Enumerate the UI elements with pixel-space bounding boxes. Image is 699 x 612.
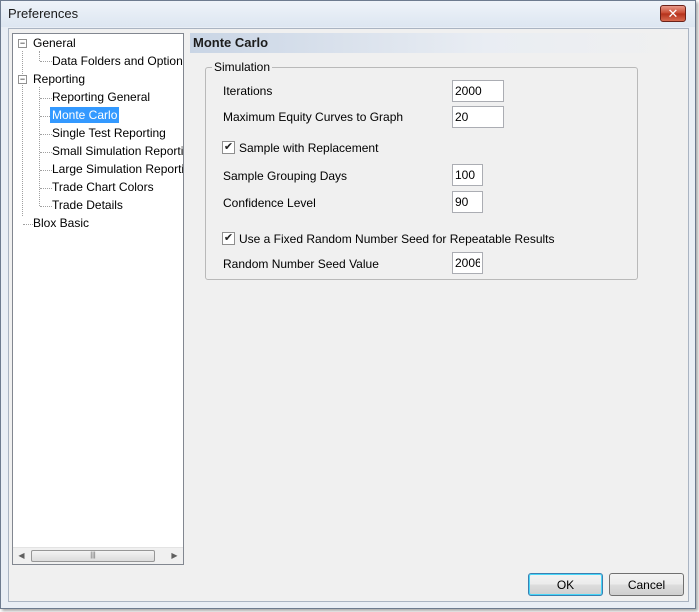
tree-expander-general[interactable]: − (18, 39, 27, 48)
iterations-input[interactable] (452, 80, 504, 102)
seed-value-label: Random Number Seed Value (223, 257, 379, 271)
tree-item-label: Single Test Reporting (52, 126, 166, 140)
tree-item-label: Trade Details (52, 198, 123, 212)
tree-item-label: Large Simulation Reporting (52, 162, 183, 176)
grouping-days-label: Sample Grouping Days (223, 169, 348, 183)
tree-item-data-folders[interactable]: Data Folders and Options (50, 53, 183, 70)
tree-item-reporting-general[interactable]: Reporting General (50, 89, 152, 106)
tree-line (39, 51, 40, 61)
tree-content: − General Data Folders and Options − Rep… (13, 34, 183, 547)
confidence-level-label: Confidence Level (223, 196, 316, 210)
sample-replacement-label[interactable]: Sample with Replacement (239, 141, 378, 155)
tree-item-label: Trade Chart Colors (52, 180, 154, 194)
fixed-seed-checkbox[interactable]: ✔ (222, 232, 235, 245)
tree-item-general[interactable]: General (31, 35, 78, 52)
tree-item-blox-basic[interactable]: Blox Basic (31, 215, 91, 232)
seed-value-input[interactable] (452, 252, 483, 274)
tree-expander-reporting[interactable]: − (18, 75, 27, 84)
ok-button[interactable]: OK (528, 573, 603, 596)
max-curves-label: Maximum Equity Curves to Graph (223, 110, 404, 124)
confidence-level-input[interactable] (452, 191, 483, 213)
tree-item-trade-chart-colors[interactable]: Trade Chart Colors (50, 179, 156, 196)
tree-item-label: Monte Carlo (50, 107, 120, 123)
checkmark-icon: ✔ (223, 141, 234, 153)
window-title: Preferences (8, 6, 79, 21)
dialog-body: − General Data Folders and Options − Rep… (8, 28, 689, 602)
preferences-tree[interactable]: − General Data Folders and Options − Rep… (12, 33, 184, 565)
tree-horizontal-scrollbar[interactable]: ◀ ||| ▶ (13, 547, 183, 564)
tree-item-label: Reporting (33, 72, 86, 86)
tree-item-trade-details[interactable]: Trade Details (50, 197, 125, 214)
tree-item-label: Reporting General (52, 90, 151, 104)
checkmark-icon: ✔ (223, 232, 234, 244)
fixed-seed-label[interactable]: Use a Fixed Random Number Seed for Repea… (239, 232, 555, 246)
iterations-label: Iterations (223, 84, 273, 98)
scroll-left-icon[interactable]: ◀ (13, 548, 30, 564)
tree-item-monte-carlo[interactable]: Monte Carlo (50, 107, 120, 124)
tree-item-small-simulation-reporting[interactable]: Small Simulation Reporting (50, 143, 183, 160)
simulation-group: Simulation Iterations Maximum Equity Cur… (205, 60, 638, 280)
tree-item-label: Small Simulation Reporting (52, 144, 183, 158)
tree-item-single-test-reporting[interactable]: Single Test Reporting (50, 125, 168, 142)
tree-item-large-simulation-reporting[interactable]: Large Simulation Reporting (50, 161, 183, 178)
grouping-days-input[interactable] (452, 164, 483, 186)
title-bar[interactable]: Preferences ✕ (1, 1, 695, 27)
page-title: Monte Carlo (193, 35, 269, 50)
tree-item-label: Blox Basic (33, 216, 90, 230)
group-title: Simulation (212, 60, 273, 74)
scrollbar-thumb[interactable]: ||| (31, 550, 155, 562)
tree-item-reporting[interactable]: Reporting (31, 71, 87, 88)
panel-header: Monte Carlo (190, 33, 684, 53)
preferences-window: Preferences ✕ − General Data Folders and… (0, 0, 696, 609)
tree-item-label: Data Folders and Options (52, 54, 183, 68)
sample-replacement-checkbox[interactable]: ✔ (222, 141, 235, 154)
scrollbar-grip-icon: ||| (90, 552, 96, 559)
close-button[interactable]: ✕ (660, 5, 686, 22)
cancel-button[interactable]: Cancel (609, 573, 684, 596)
close-icon: ✕ (667, 6, 679, 21)
max-curves-input[interactable] (452, 106, 504, 128)
tree-item-label: General (33, 36, 76, 50)
scroll-right-icon[interactable]: ▶ (166, 548, 183, 564)
